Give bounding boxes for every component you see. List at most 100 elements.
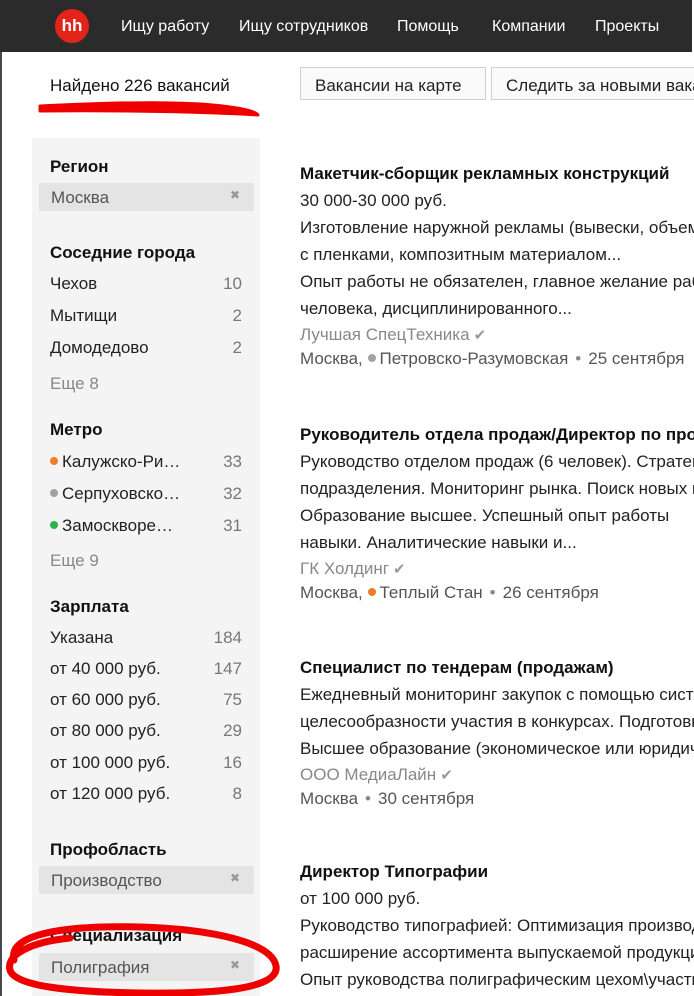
metro-line-name: Калужско-Ри… <box>62 452 181 471</box>
vacancy-company[interactable]: ООО МедиаЛайн ✔ <box>300 765 694 789</box>
filter-heading-specialization: Специализация <box>50 926 183 945</box>
nav-item-help[interactable]: Помощь <box>397 18 459 36</box>
metro-line-dot-icon <box>367 354 376 362</box>
company-name[interactable]: Лучшая СпецТехника <box>300 325 470 344</box>
metro-line-name: Замоскворе… <box>62 516 174 535</box>
vacancy-card: Директор Типографии от 100 000 руб. Руко… <box>300 862 694 996</box>
vacancy-title-link[interactable]: Директор Типографии <box>300 862 694 888</box>
vacancy-description-line: Руководство отделом продаж (6 человек). … <box>300 452 694 471</box>
vacancy-city: Москва <box>300 789 359 808</box>
vacancy-salary: 30 000-30 000 руб. <box>300 191 447 210</box>
filter-option-nearby-city[interactable]: Чехов 10 <box>50 274 242 298</box>
vacancy-metro: Теплый Стан <box>379 583 483 602</box>
show-more-nearby-link[interactable]: Еще 8 <box>50 374 99 394</box>
filter-chip-label: Производство <box>51 871 162 890</box>
remove-filter-icon[interactable]: ✖ <box>230 871 240 885</box>
vacancy-requirement-line: Образование высшее. Успешный опыт работы <box>300 506 670 525</box>
filter-chip-profarea[interactable]: Производство ✖ <box>39 866 254 894</box>
vacancy-date: 26 сентября <box>502 583 599 602</box>
vacancy-title-link[interactable]: Специалист по тендерам (продажам) <box>300 658 694 684</box>
vacancy-location: Москва, Теплый Стан • 26 сентября <box>300 583 694 607</box>
company-name[interactable]: ГК Холдинг <box>300 559 389 578</box>
option-label: Указана <box>50 628 114 647</box>
metro-line-dot-icon <box>367 588 376 596</box>
filter-option-salary[interactable]: Указана 184 <box>50 628 242 652</box>
option-label: Чехов <box>50 274 98 293</box>
filter-option-salary[interactable]: от 40 000 руб. 147 <box>50 659 242 683</box>
option-count: 33 <box>223 452 242 471</box>
filter-chip-label: Полиграфия <box>51 958 150 977</box>
vacancy-company[interactable]: Лучшая СпецТехника ✔ <box>300 325 694 349</box>
filter-option-salary[interactable]: от 60 000 руб. 75 <box>50 690 242 714</box>
filter-option-metro[interactable]: Замоскворе… 31 <box>50 516 242 540</box>
remove-filter-icon[interactable]: ✖ <box>230 188 240 202</box>
company-name[interactable]: ООО МедиаЛайн <box>300 765 436 784</box>
verified-check-icon: ✔ <box>392 561 406 578</box>
separator-dot: • <box>365 789 371 808</box>
vacancy-requirement-line: человека, дисциплинированного... <box>300 299 572 318</box>
vacancy-title-link[interactable]: Руководитель отдела продаж/Директор по п… <box>300 425 694 451</box>
separator-dot: • <box>489 583 496 602</box>
vacancy-title-link[interactable]: Макетчик-сборщик рекламных конструкций <box>300 164 694 190</box>
window-left-border <box>0 52 2 996</box>
vacancy-date: 25 сентября <box>588 349 685 368</box>
remove-filter-icon[interactable]: ✖ <box>230 958 240 972</box>
metro-line-dot-icon <box>50 489 58 497</box>
vacancy-location: Москва, Петровско-Разумовская • 25 сентябр… <box>300 349 694 373</box>
nav-item-projects[interactable]: Проекты <box>595 18 659 36</box>
vacancy-requirement-line: Высшее образование (экономическое или юр… <box>300 739 694 758</box>
option-count: 75 <box>223 690 242 709</box>
option-count: 2 <box>232 306 242 325</box>
option-count: 147 <box>213 659 242 678</box>
hh-logo[interactable]: hh <box>55 9 89 43</box>
vacancy-card: Макетчик-сборщик рекламных конструкций 3… <box>300 164 694 373</box>
vacancy-description-line: целесообразности участия в конкурсах. По… <box>300 712 694 731</box>
option-label: от 60 000 руб. <box>50 690 161 709</box>
vacancy-description-line: подразделения. Мониторинг рынка. Поиск н… <box>300 479 694 498</box>
vacancy-city: Москва, <box>300 583 363 602</box>
filter-chip-label: Москва <box>51 188 110 207</box>
follow-new-vacancies-button[interactable]: Следить за новыми вакансиями <box>491 67 694 100</box>
filter-option-salary[interactable]: от 100 000 руб. 16 <box>50 753 242 777</box>
vacancies-found-count: Найдено 226 вакансий <box>50 76 230 95</box>
filter-option-nearby-city[interactable]: Мытищи 2 <box>50 306 242 330</box>
filter-option-salary[interactable]: от 120 000 руб. 8 <box>50 784 242 808</box>
vacancy-metro: Петровско-Разумовская <box>379 349 569 368</box>
option-label: от 120 000 руб. <box>50 784 171 803</box>
vacancies-on-map-button[interactable]: Вакансии на карте <box>300 67 486 100</box>
vacancy-description-line: Руководство типографией: Оптимизация про… <box>300 916 694 935</box>
option-count: 2 <box>232 338 242 357</box>
vacancy-salary: от 100 000 руб. <box>300 889 421 908</box>
option-label: Домодедово <box>50 338 149 357</box>
nav-item-find-employees[interactable]: Ищу сотрудников <box>239 18 368 36</box>
vacancy-date: 30 сентября <box>378 789 475 808</box>
filter-chip-region[interactable]: Москва ✖ <box>39 183 254 211</box>
filter-heading-nearby-cities: Соседние города <box>50 243 196 262</box>
option-label: Калужско-Ри… <box>50 452 180 472</box>
nav-item-companies[interactable]: Компании <box>492 18 566 36</box>
option-count: 29 <box>223 721 242 740</box>
vacancy-description-line: с пленками, композитным материалом... <box>300 245 622 264</box>
nav-item-find-job[interactable]: Ищу работу <box>121 18 209 36</box>
filter-option-metro[interactable]: Калужско-Ри… 33 <box>50 452 242 476</box>
filter-option-metro[interactable]: Серпуховско… 32 <box>50 484 242 508</box>
option-count: 16 <box>223 753 242 772</box>
show-more-metro-link[interactable]: Еще 9 <box>50 551 99 571</box>
metro-line-dot-icon <box>50 457 58 465</box>
filter-heading-salary: Зарплата <box>50 597 129 616</box>
filter-option-nearby-city[interactable]: Домодедово 2 <box>50 338 242 362</box>
red-underline-mark <box>38 101 260 117</box>
option-label: от 80 000 руб. <box>50 721 161 740</box>
option-label: от 40 000 руб. <box>50 659 161 678</box>
filter-heading-region: Регион <box>50 157 109 176</box>
vacancy-card: Руководитель отдела продаж/Директор по п… <box>300 425 694 607</box>
option-count: 31 <box>223 516 242 535</box>
option-label: от 100 000 руб. <box>50 753 171 772</box>
vacancy-company[interactable]: ГК Холдинг ✔ <box>300 559 694 583</box>
vacancy-location: Москва • 30 сентября <box>300 789 694 813</box>
filter-option-salary[interactable]: от 80 000 руб. 29 <box>50 721 242 745</box>
vacancy-card: Специалист по тендерам (продажам) Ежедне… <box>300 658 694 813</box>
filter-heading-metro: Метро <box>50 420 103 439</box>
filter-chip-specialization[interactable]: Полиграфия ✖ <box>39 953 254 981</box>
vacancy-description-line: Ежедневный мониторинг закупок с помощью … <box>300 685 694 704</box>
